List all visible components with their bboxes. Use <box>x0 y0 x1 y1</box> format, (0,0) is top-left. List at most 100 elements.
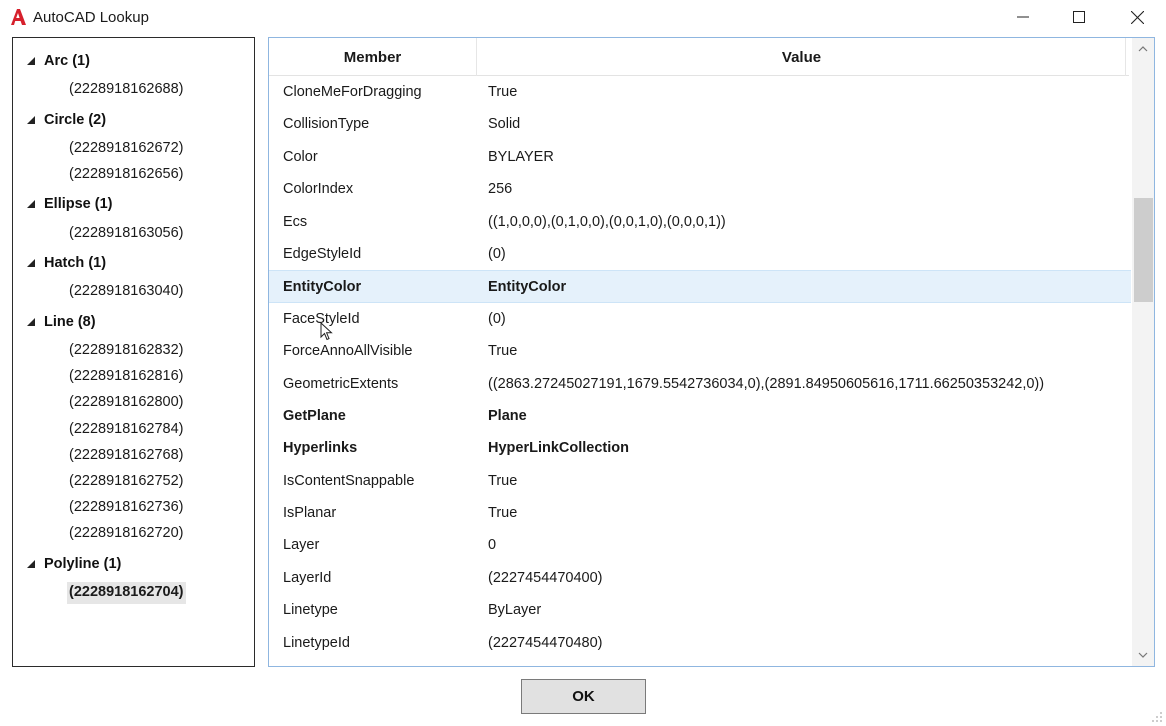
tree-item[interactable]: (2228918162816) <box>67 366 186 388</box>
grid-row[interactable]: Layer 0 <box>269 529 1131 561</box>
value-cell: EntityColor <box>488 279 567 296</box>
title-bar: AutoCAD Lookup <box>0 0 1166 34</box>
value-cell: (0) <box>488 245 506 262</box>
tree-item[interactable]: (2228918162736) <box>67 497 186 519</box>
grid-row[interactable]: ColorIndex 256 <box>269 173 1131 205</box>
chevron-up-icon <box>1138 46 1148 52</box>
scroll-down-button[interactable] <box>1132 644 1154 666</box>
chevron-down-icon <box>1138 652 1148 658</box>
tree-group-hatch[interactable]: Hatch (1) <box>13 252 253 276</box>
tree-item[interactable]: (2228918163040) <box>67 281 186 303</box>
tree-group-label: Ellipse (1) <box>44 196 113 212</box>
member-cell: CloneMeForDragging <box>283 84 422 100</box>
minimize-icon <box>1017 16 1029 18</box>
maximize-icon <box>1073 11 1085 23</box>
value-cell: True <box>488 84 518 100</box>
column-header-member[interactable]: Member <box>269 38 477 76</box>
member-cell: GeometricExtents <box>283 375 399 392</box>
member-cell: GetPlane <box>283 407 346 424</box>
member-cell: LinetypeId <box>283 634 350 651</box>
expanded-arrow-icon[interactable] <box>27 259 35 267</box>
grid-row[interactable]: IsPlanar True <box>269 497 1131 529</box>
tree-item[interactable]: (2228918162784) <box>67 419 186 441</box>
tree-group-arc[interactable]: Arc (1) <box>13 50 253 74</box>
tree-item[interactable]: (2228918163056) <box>67 223 186 245</box>
grid-header: Member Value <box>269 38 1129 76</box>
grid-row[interactable]: CloneMeForDragging True <box>269 76 1131 108</box>
value-cell: BYLAYER <box>488 148 554 165</box>
member-cell: Linetype <box>283 602 338 619</box>
member-cell: Layer <box>283 537 320 554</box>
tree-item[interactable]: (2228918162832) <box>67 340 186 362</box>
tree-item[interactable]: (2228918162768) <box>67 445 186 467</box>
grid-row[interactable]: GetPlane Plane <box>269 400 1131 432</box>
member-cell: IsContentSnappable <box>283 472 415 489</box>
grid-row[interactable]: LinetypeId (2227454470480) <box>269 627 1131 659</box>
scroll-up-button[interactable] <box>1132 38 1154 60</box>
value-cell: Solid <box>488 116 521 133</box>
expanded-arrow-icon[interactable] <box>27 116 35 124</box>
grid-row[interactable]: IsContentSnappable True <box>269 465 1131 497</box>
value-cell: (2227454470400) <box>488 569 603 586</box>
value-cell: ByLayer <box>488 602 542 619</box>
value-cell: ((2863.27245027191,1679.5542736034,0),(2… <box>488 375 1045 392</box>
mouse-cursor-icon <box>320 322 333 341</box>
grid-row[interactable]: Color BYLAYER <box>269 141 1131 173</box>
window-title: AutoCAD Lookup <box>33 9 149 26</box>
value-cell: ((1,0,0,0),(0,1,0,0),(0,0,1,0),(0,0,0,1)… <box>488 213 726 230</box>
properties-grid[interactable]: Member Value CloneMeForDragging True Coll… <box>268 37 1155 667</box>
grid-row[interactable]: Linetype ByLayer <box>269 594 1131 626</box>
ok-button[interactable]: OK <box>521 679 646 714</box>
member-cell: CollisionType <box>283 116 370 133</box>
tree-item[interactable]: (2228918162656) <box>67 164 186 186</box>
value-cell: 0 <box>488 537 497 554</box>
tree-group-label: Arc (1) <box>44 53 90 69</box>
tree-item[interactable]: (2228918162752) <box>67 471 186 493</box>
grid-row[interactable]: EdgeStyleId (0) <box>269 238 1131 270</box>
tree-group-ellipse[interactable]: Ellipse (1) <box>13 193 253 217</box>
grid-rows: CloneMeForDragging True CollisionType Soli… <box>269 76 1131 659</box>
grid-row[interactable]: Ecs ((1,0,0,0),(0,1,0,0),(0,0,1,0),(0,0,0… <box>269 206 1131 238</box>
tree-item[interactable]: (2228918162688) <box>67 79 186 101</box>
autocad-a-icon <box>11 9 26 25</box>
vertical-scrollbar[interactable] <box>1132 38 1154 666</box>
value-cell: True <box>488 505 518 522</box>
tree-group-circle[interactable]: Circle (2) <box>13 109 253 133</box>
value-cell: (2227454470480) <box>488 634 603 651</box>
resize-grip-icon[interactable] <box>1151 711 1163 723</box>
grid-row[interactable]: GeometricExtents ((2863.27245027191,1679.… <box>269 368 1131 400</box>
scroll-thumb[interactable] <box>1134 198 1153 302</box>
column-header-value[interactable]: Value <box>478 38 1126 76</box>
grid-row-highlighted[interactable]: EntityColor EntityColor <box>269 270 1131 303</box>
expanded-arrow-icon[interactable] <box>27 560 35 568</box>
entity-tree[interactable]: Arc (1) (2228918162688) Circle (2) (2228… <box>12 37 255 667</box>
close-button[interactable] <box>1114 0 1160 34</box>
expanded-arrow-icon[interactable] <box>27 200 35 208</box>
value-cell: 256 <box>488 181 513 198</box>
grid-row[interactable]: CollisionType Solid <box>269 108 1131 140</box>
tree-group-polyline[interactable]: Polyline (1) <box>13 553 253 577</box>
grid-row[interactable]: FaceStyleId (0) <box>269 303 1131 335</box>
value-cell: (0) <box>488 310 506 327</box>
tree-item[interactable]: (2228918162672) <box>67 138 186 160</box>
tree-item[interactable]: (2228918162800) <box>67 392 186 414</box>
tree-item[interactable]: (2228918162720) <box>67 523 186 545</box>
tree-group-line[interactable]: Line (8) <box>13 311 253 335</box>
value-cell: Plane <box>488 407 527 424</box>
value-cell: True <box>488 343 518 360</box>
close-icon <box>1130 10 1144 24</box>
tree-item-selected[interactable]: (2228918162704) <box>67 582 186 604</box>
minimize-button[interactable] <box>1000 0 1046 34</box>
member-cell: Color <box>283 148 318 165</box>
grid-row[interactable]: LayerId (2227454470400) <box>269 562 1131 594</box>
grid-row[interactable]: Hyperlinks HyperLinkCollection <box>269 432 1131 464</box>
expanded-arrow-icon[interactable] <box>27 57 35 65</box>
member-cell: EntityColor <box>283 279 362 296</box>
grid-row[interactable]: ForceAnnoAllVisible True <box>269 335 1131 367</box>
maximize-button[interactable] <box>1056 0 1102 34</box>
member-cell: Ecs <box>283 213 308 230</box>
tree-group-label: Polyline (1) <box>44 556 122 572</box>
value-cell: HyperLinkCollection <box>488 440 629 457</box>
expanded-arrow-icon[interactable] <box>27 318 35 326</box>
member-cell: Hyperlinks <box>283 440 358 457</box>
